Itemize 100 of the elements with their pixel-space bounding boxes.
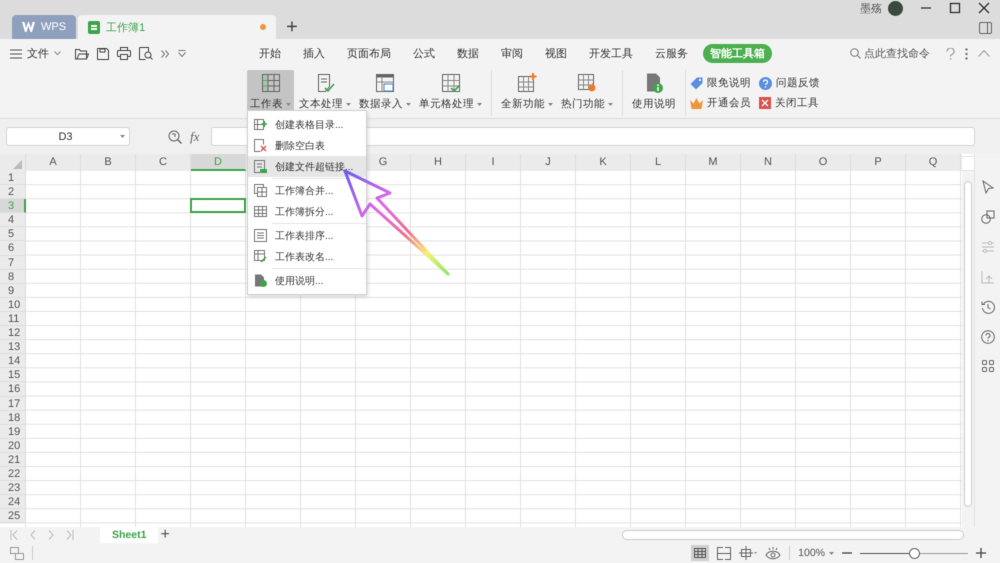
more-icon[interactable] — [161, 50, 170, 58]
ribbon-button[interactable]: 数据录入 — [356, 70, 414, 114]
row-header[interactable]: 7 — [0, 256, 26, 270]
menu-item[interactable]: 删除空白表 — [248, 135, 366, 156]
row-header[interactable]: 2 — [0, 185, 26, 200]
ribbon-tab[interactable]: 云服务 — [648, 44, 695, 63]
user-name[interactable]: 墨殇 — [860, 0, 882, 16]
ribbon-button[interactable]: 全新功能 — [498, 70, 556, 114]
page-break-view-icon[interactable] — [717, 546, 732, 560]
row-header[interactable]: 5 — [0, 227, 26, 242]
sheet-tab[interactable]: Sheet1 — [100, 527, 158, 543]
row-header[interactable]: 4 — [0, 213, 26, 228]
ribbon-link[interactable]: 开通会员 — [690, 96, 751, 110]
row-header[interactable]: 20 — [0, 438, 26, 453]
column-header[interactable]: Q — [906, 154, 961, 171]
ribbon-button[interactable]: 文本处理 — [296, 70, 354, 114]
ribbon-tab[interactable]: 公式 — [406, 44, 442, 63]
reading-layout-icon[interactable] — [739, 546, 758, 560]
menu-item[interactable]: 创建文件超链接... — [248, 156, 366, 177]
name-box[interactable]: D3 — [6, 127, 130, 146]
menu-item[interactable]: 工作簿合并... — [248, 180, 366, 201]
print-icon[interactable] — [117, 47, 131, 60]
file-menu-button[interactable]: 文件 — [10, 46, 61, 61]
ribbon-tab[interactable]: 页面布局 — [340, 44, 398, 63]
ribbon-link[interactable]: 关闭工具 — [759, 96, 820, 110]
menu-item[interactable]: 使用说明... — [248, 270, 366, 291]
more-vertical-icon[interactable] — [965, 48, 968, 60]
ribbon-button[interactable]: 热门功能 — [558, 70, 616, 114]
row-header[interactable]: 15 — [0, 368, 26, 382]
row-header[interactable]: 10 — [0, 298, 26, 312]
row-header[interactable]: 22 — [0, 466, 26, 482]
ribbon-link[interactable]: 问题反馈 — [759, 76, 820, 90]
ribbon-tab[interactable]: 开始 — [252, 44, 288, 63]
column-header[interactable]: B — [81, 154, 136, 171]
column-header[interactable]: A — [26, 154, 81, 171]
row-header[interactable]: 8 — [0, 270, 26, 284]
row-header[interactable]: 23 — [0, 481, 26, 496]
row-header[interactable]: 17 — [0, 396, 26, 411]
close-icon[interactable] — [978, 2, 990, 14]
ribbon-tab[interactable]: 视图 — [538, 44, 574, 63]
menu-item[interactable]: 创建表格目录... — [248, 114, 366, 135]
macro-icon[interactable] — [10, 546, 24, 560]
help-icon[interactable] — [980, 330, 994, 344]
row-header[interactable]: 25 — [0, 509, 26, 524]
side-panel-icon[interactable] — [979, 22, 992, 34]
ribbon-link[interactable]: 限免说明 — [690, 76, 751, 90]
row-header[interactable]: 18 — [0, 410, 26, 425]
row-header[interactable]: 1 — [0, 171, 26, 186]
column-header[interactable]: N — [741, 154, 796, 171]
sliders-icon[interactable] — [980, 240, 994, 254]
row-header[interactable]: 14 — [0, 354, 26, 368]
ribbon-tab[interactable]: 审阅 — [494, 44, 530, 63]
help-icon[interactable] — [946, 48, 955, 60]
column-header[interactable]: O — [796, 154, 851, 171]
column-header[interactable]: M — [686, 154, 741, 171]
row-header[interactable]: 16 — [0, 382, 26, 396]
column-header[interactable]: P — [851, 154, 906, 171]
menu-item[interactable]: 工作表排序... — [248, 225, 366, 246]
new-tab-button[interactable]: + — [286, 15, 298, 39]
zoom-icon[interactable] — [168, 130, 182, 144]
menu-item[interactable]: 工作簿拆分... — [248, 201, 366, 222]
row-header[interactable]: 6 — [0, 241, 26, 256]
normal-view-icon[interactable] — [691, 545, 710, 561]
row-header[interactable]: 9 — [0, 284, 26, 298]
column-header[interactable]: K — [576, 154, 631, 171]
row-header[interactable]: 11 — [0, 312, 26, 326]
column-header[interactable]: H — [411, 154, 466, 171]
zoom-slider-thumb[interactable] — [909, 548, 920, 558]
zoom-in-icon[interactable] — [976, 548, 986, 558]
apps-icon[interactable] — [982, 360, 994, 372]
ribbon-tab[interactable]: 开发工具 — [582, 44, 640, 63]
cursor-icon[interactable] — [982, 180, 994, 194]
selected-cell[interactable] — [190, 198, 246, 214]
row-header[interactable]: 13 — [0, 340, 26, 354]
row-header[interactable]: 24 — [0, 495, 26, 510]
zoom-dropdown[interactable]: 100% — [798, 547, 834, 559]
history-icon[interactable] — [980, 300, 994, 314]
row-header[interactable]: 21 — [0, 452, 26, 467]
command-search-field[interactable]: 点此查找命令 — [850, 48, 936, 60]
ribbon-tab[interactable]: 数据 — [450, 44, 486, 63]
open-folder-icon[interactable] — [75, 48, 89, 60]
shapes-icon[interactable] — [980, 210, 994, 224]
row-header[interactable]: 12 — [0, 326, 26, 340]
ribbon-tab[interactable]: 插入 — [296, 44, 332, 63]
save-icon[interactable] — [97, 48, 109, 60]
print-preview-icon[interactable] — [139, 47, 153, 60]
collapse-icon[interactable] — [978, 50, 990, 57]
row-header[interactable]: 19 — [0, 424, 26, 439]
menu-item[interactable]: 工作表改名... — [248, 246, 366, 267]
column-header[interactable]: J — [521, 154, 576, 171]
column-header[interactable]: L — [631, 154, 686, 171]
ribbon-button[interactable]: 单元格处理 — [416, 70, 485, 114]
maximize-icon[interactable] — [949, 2, 961, 14]
column-header[interactable]: I — [466, 154, 521, 171]
vertical-scrollbar[interactable] — [962, 171, 974, 527]
add-sheet-button[interactable]: + — [160, 528, 170, 542]
eye-icon[interactable] — [765, 546, 782, 560]
customize-icon[interactable] — [178, 50, 186, 57]
ribbon-button[interactable]: 使用说明 — [629, 70, 679, 114]
horizontal-scrollbar[interactable] — [622, 530, 964, 540]
